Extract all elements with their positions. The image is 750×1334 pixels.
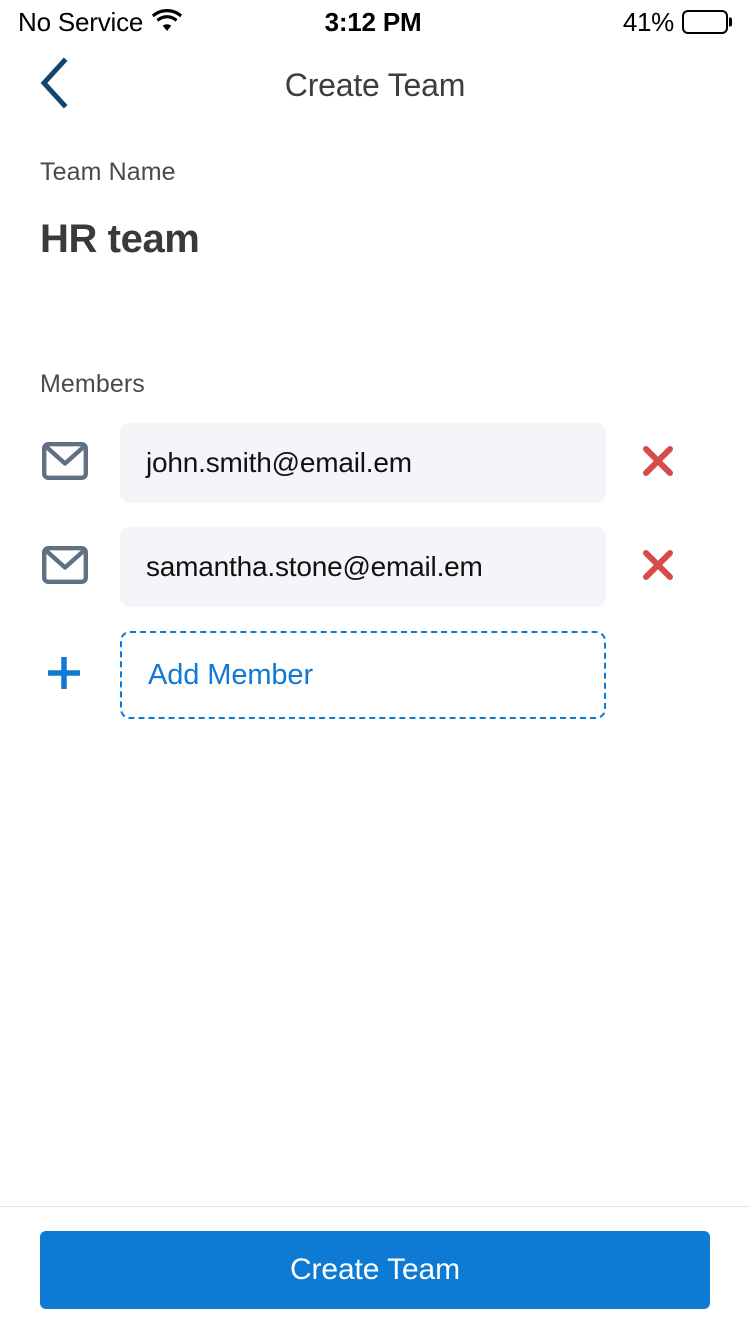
create-team-button[interactable]: Create Team <box>40 1231 710 1309</box>
status-bar-right: 41% <box>421 9 728 35</box>
team-name-label: Team Name <box>40 158 710 187</box>
status-bar: No Service 3:12 PM 41% <box>0 0 750 44</box>
battery-percent-label: 41% <box>623 9 674 35</box>
wifi-icon <box>152 9 182 36</box>
members-list: john.smith@email.em <box>40 423 710 719</box>
add-member-button[interactable]: Add Member <box>120 631 606 719</box>
status-bar-clock: 3:12 PM <box>325 9 422 35</box>
plus-icon <box>44 653 84 698</box>
mail-icon-cell <box>40 442 120 485</box>
member-row: john.smith@email.em <box>40 423 710 503</box>
add-member-row: Add Member <box>40 631 710 719</box>
close-x-icon <box>641 548 675 587</box>
member-row: samantha.stone@email.em <box>40 527 710 607</box>
chevron-left-icon <box>37 57 71 114</box>
app-screen: No Service 3:12 PM 41% <box>0 0 750 1334</box>
mail-icon <box>42 442 88 485</box>
status-bar-left: No Service <box>18 9 325 36</box>
member-email-input[interactable]: samantha.stone@email.em <box>120 527 606 607</box>
add-member-icon-button[interactable] <box>40 653 120 698</box>
carrier-label: No Service <box>18 9 143 35</box>
add-member-label: Add Member <box>148 659 313 692</box>
mail-icon-cell <box>40 546 120 589</box>
navigation-bar: Create Team <box>0 44 750 126</box>
member-email-input[interactable]: john.smith@email.em <box>120 423 606 503</box>
members-label: Members <box>40 370 710 399</box>
battery-icon <box>682 10 728 34</box>
back-button[interactable] <box>26 57 82 113</box>
form-content: Team Name HR team Members john.smith@ema… <box>0 126 750 1206</box>
mail-icon <box>42 546 88 589</box>
footer-bar: Create Team <box>0 1206 750 1334</box>
page-title: Create Team <box>0 67 750 104</box>
remove-member-button[interactable] <box>606 444 710 483</box>
team-name-value[interactable]: HR team <box>40 217 710 262</box>
remove-member-button[interactable] <box>606 548 710 587</box>
close-x-icon <box>641 444 675 483</box>
